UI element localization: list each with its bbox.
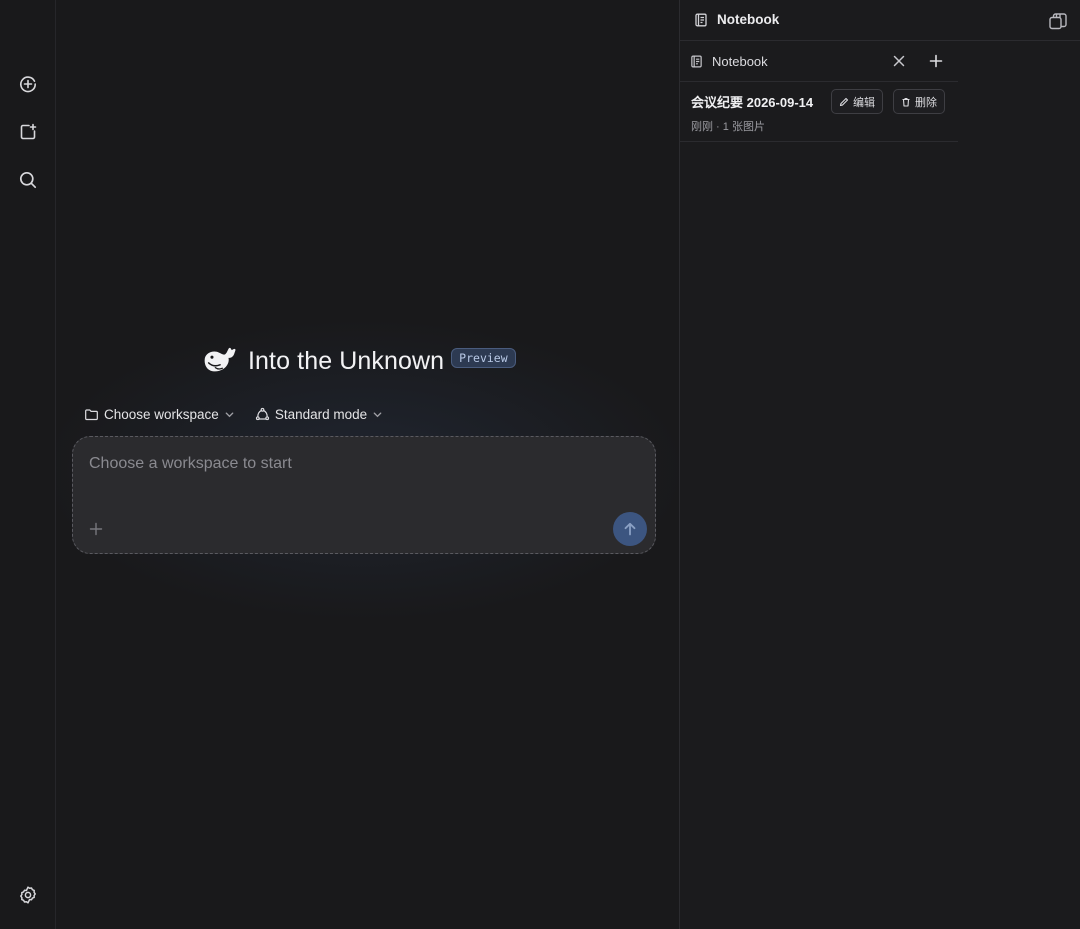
attach-button[interactable]	[85, 518, 107, 540]
arrow-up-icon	[624, 522, 636, 536]
send-button[interactable]	[613, 512, 647, 546]
search-icon	[19, 171, 37, 189]
notebook-tabbar: Notebook	[680, 41, 958, 82]
panel-title: Notebook	[717, 12, 780, 27]
plus-icon	[89, 522, 103, 536]
notebook-panel: Notebook Notebook 会议纪要 2026-09-14 刚刚 · 1…	[679, 0, 1080, 929]
note-meta: 刚刚 · 1 张图片	[691, 121, 765, 133]
hero-title: Into the Unknown	[248, 346, 445, 375]
tab-notebook[interactable]: Notebook	[712, 54, 768, 69]
trash-icon	[902, 97, 910, 107]
mode-selector-label: Standard mode	[274, 406, 368, 422]
left-rail	[0, 0, 56, 929]
chevron-down-icon	[225, 411, 234, 417]
note-list-item[interactable]: 会议纪要 2026-09-14 刚刚 · 1 张图片 编辑 删除	[680, 82, 958, 142]
workspace-selector-label: Choose workspace	[104, 406, 219, 422]
composer	[72, 436, 656, 554]
hero: Into the Unknown Preview	[202, 341, 516, 381]
app-window: Into the Unknown Preview Choose workspac…	[0, 0, 1080, 929]
mode-selector[interactable]: Standard mode	[255, 407, 383, 422]
whale-logo-icon	[204, 347, 236, 372]
search-button[interactable]	[14, 166, 42, 194]
workspace-selector[interactable]: Choose workspace	[84, 407, 235, 422]
edit-note-label: 编辑	[853, 96, 875, 109]
composer-input[interactable]	[89, 453, 629, 475]
preview-badge: Preview	[451, 348, 516, 368]
delete-note-button[interactable]: 删除	[893, 89, 945, 114]
notebook-icon	[695, 13, 707, 27]
chevron-down-icon	[373, 411, 382, 417]
composer-selectors: Choose workspace Standard mode	[84, 403, 403, 425]
gear-icon	[20, 886, 36, 904]
pencil-icon	[839, 97, 849, 106]
new-chat-button[interactable]	[14, 70, 42, 98]
main-area: Into the Unknown Preview Choose workspac…	[56, 0, 679, 929]
settings-button[interactable]	[14, 881, 42, 909]
notebook-icon	[691, 55, 702, 68]
window-stack-icon[interactable]	[1047, 11, 1069, 33]
note-title: 会议纪要 2026-09-14	[691, 95, 814, 110]
folder-icon	[85, 408, 98, 420]
close-icon[interactable]	[891, 53, 907, 69]
plus-circle-icon	[20, 76, 37, 93]
edit-note-button[interactable]: 编辑	[831, 89, 883, 114]
mode-cycle-icon	[255, 407, 269, 420]
delete-note-label: 删除	[915, 96, 937, 109]
new-window-button[interactable]	[14, 118, 42, 146]
add-note-icon[interactable]	[927, 52, 945, 70]
window-plus-icon	[20, 123, 37, 140]
panel-header: Notebook	[680, 0, 1080, 41]
